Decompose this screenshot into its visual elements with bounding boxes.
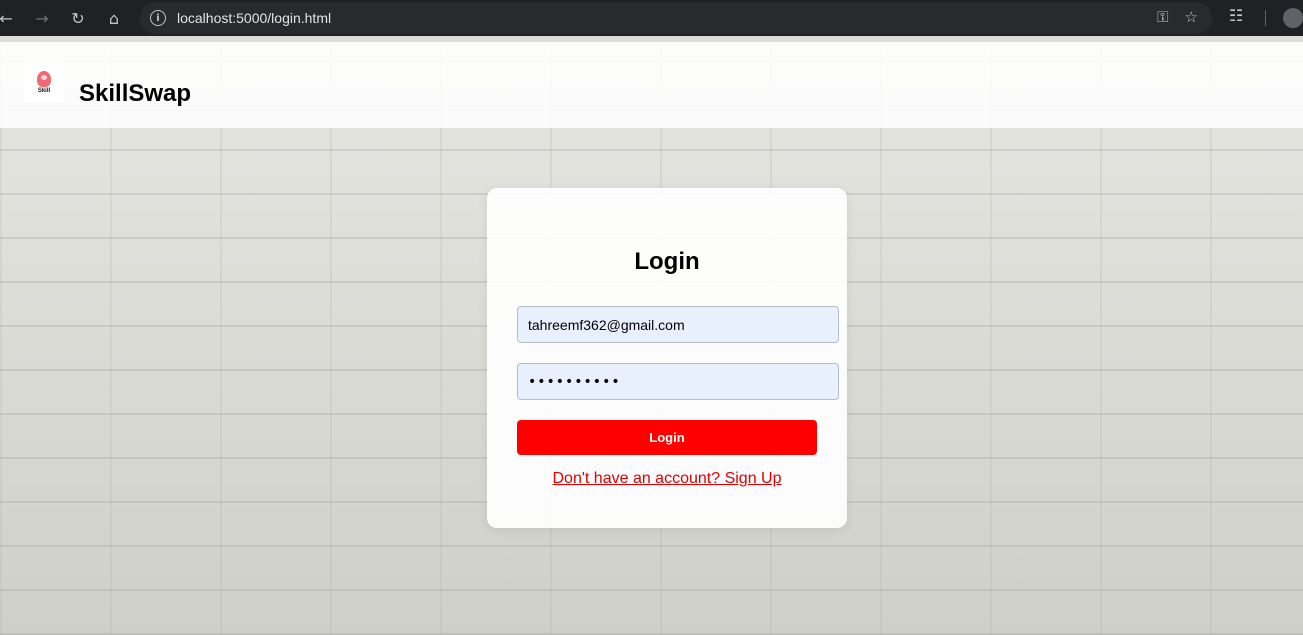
- login-card: Login Login Don't have an account? Sign …: [487, 188, 847, 528]
- url-text[interactable]: localhost:5000/login.html: [177, 10, 331, 26]
- toolbar-divider: [1265, 10, 1266, 26]
- logo-mark-icon: [37, 70, 51, 87]
- login-button[interactable]: Login: [517, 420, 817, 455]
- extensions-icon[interactable]: ☷: [1229, 6, 1243, 25]
- profile-icon[interactable]: [1283, 8, 1303, 28]
- browser-toolbar: ← → ↻ ⌂ i localhost:5000/login.html ⚿ ☆ …: [0, 0, 1303, 36]
- password-key-icon[interactable]: ⚿: [1157, 8, 1168, 26]
- login-title: Login: [634, 248, 700, 275]
- logo[interactable]: Skill: [24, 62, 64, 102]
- site-header: [0, 42, 1303, 128]
- email-field[interactable]: [517, 306, 839, 343]
- reload-icon[interactable]: ↻: [66, 6, 90, 30]
- brand-name: SkillSwap: [79, 80, 192, 107]
- site-info-icon[interactable]: i: [150, 10, 166, 26]
- logo-text: Skill: [37, 87, 51, 94]
- bookmark-star-icon[interactable]: ☆: [1185, 8, 1198, 26]
- forward-arrow-icon[interactable]: →: [30, 6, 54, 30]
- back-arrow-icon[interactable]: ←: [0, 6, 18, 30]
- address-bar[interactable]: i localhost:5000/login.html ⚿ ☆: [140, 2, 1212, 34]
- home-icon[interactable]: ⌂: [102, 6, 126, 30]
- password-field[interactable]: [517, 363, 839, 400]
- omnibox-actions: ⚿ ☆: [1157, 8, 1198, 26]
- signup-link[interactable]: Don't have an account? Sign Up: [487, 469, 847, 489]
